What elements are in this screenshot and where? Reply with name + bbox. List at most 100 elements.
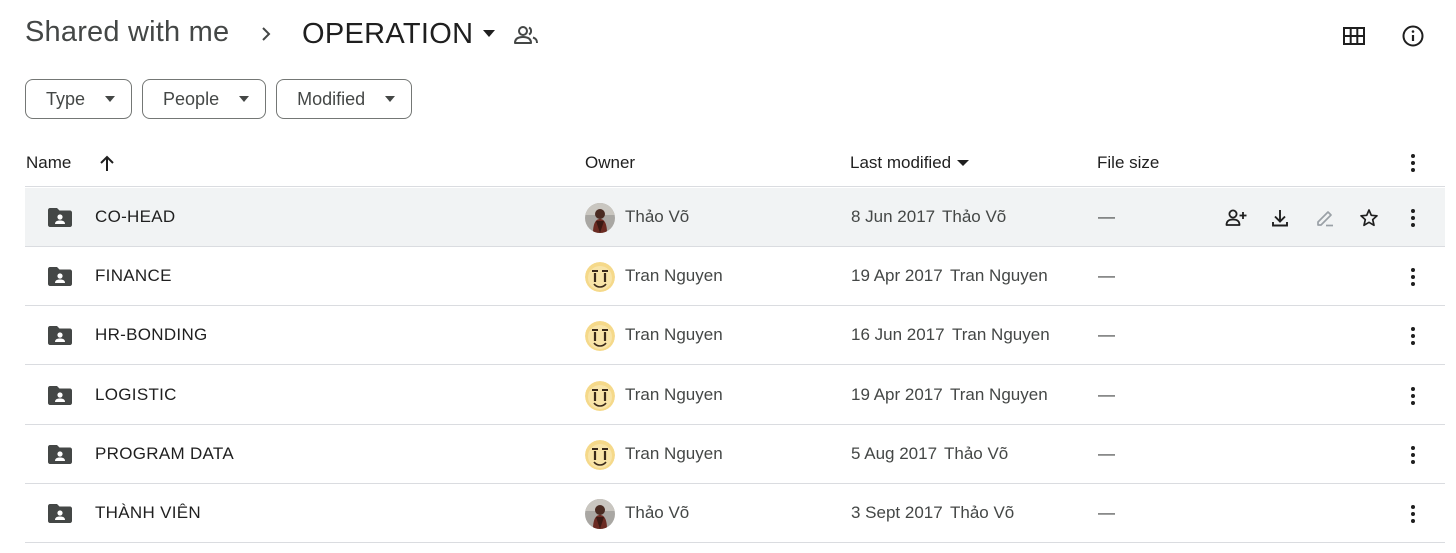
more-vert-icon bbox=[1411, 268, 1415, 287]
caret-down-icon bbox=[239, 96, 250, 102]
file-name[interactable]: LOGISTIC bbox=[95, 385, 177, 405]
file-name[interactable]: HR-BONDING bbox=[95, 325, 208, 345]
table-row[interactable]: THÀNH VIÊN Thảo Võ 3 Sept 2017 Thảo Võ — bbox=[25, 484, 1445, 543]
owner-name: Thảo Võ bbox=[625, 207, 690, 226]
file-size: — bbox=[1098, 266, 1115, 286]
download-button[interactable] bbox=[1265, 203, 1295, 233]
file-name[interactable]: THÀNH VIÊN bbox=[95, 503, 201, 523]
column-header-label: Name bbox=[26, 153, 72, 172]
rename-icon bbox=[1317, 211, 1333, 227]
header-divider bbox=[25, 186, 1445, 187]
avatar bbox=[585, 203, 615, 233]
column-header-label: Owner bbox=[585, 153, 636, 172]
share-icon bbox=[1225, 209, 1247, 226]
modified-by: Tran Nguyen bbox=[950, 266, 1048, 286]
more-vert-icon bbox=[1411, 327, 1415, 346]
table-row[interactable]: FINANCE Tran Nguyen 19 Apr 2017 Tran Ngu… bbox=[25, 247, 1445, 307]
modified-date: 19 Apr 2017 bbox=[851, 266, 943, 286]
more-vert-icon bbox=[1411, 505, 1415, 523]
caret-down-icon bbox=[105, 96, 116, 102]
more-actions-button[interactable] bbox=[1398, 381, 1428, 411]
shared-folder-icon bbox=[48, 444, 72, 464]
modified-date: 8 Jun 2017 bbox=[851, 207, 936, 226]
column-options-button[interactable] bbox=[1398, 150, 1428, 176]
breadcrumb-root[interactable]: Shared with me bbox=[25, 16, 229, 49]
grid-view-button[interactable] bbox=[1336, 18, 1372, 54]
column-header-label: Last modified bbox=[850, 153, 952, 172]
owner-name: Tran Nguyen bbox=[625, 443, 723, 463]
column-header-name[interactable]: Name bbox=[26, 150, 115, 176]
star-button[interactable] bbox=[1354, 203, 1384, 233]
more-actions-button[interactable] bbox=[1398, 499, 1428, 529]
star-icon bbox=[1360, 209, 1378, 227]
breadcrumb-current-label: OPERATION bbox=[302, 17, 474, 50]
shared-folder-icon bbox=[48, 504, 72, 523]
file-name[interactable]: FINANCE bbox=[95, 266, 172, 286]
filter-bar: Type People Modified bbox=[25, 79, 413, 119]
more-vert-icon bbox=[1411, 209, 1415, 227]
avatar bbox=[585, 380, 615, 411]
caret-down-icon bbox=[385, 96, 396, 102]
chip-label: Type bbox=[46, 88, 86, 109]
owner-name: Thảo Võ bbox=[625, 503, 690, 522]
modified-filter-chip[interactable]: Modified bbox=[276, 79, 413, 119]
column-header-owner[interactable]: Owner bbox=[585, 150, 635, 176]
breadcrumb-current-folder[interactable]: OPERATION bbox=[292, 13, 503, 55]
more-actions-button[interactable] bbox=[1398, 262, 1428, 292]
file-name[interactable]: PROGRAM DATA bbox=[95, 444, 234, 464]
owner-name: Tran Nguyen bbox=[625, 325, 723, 345]
file-size: — bbox=[1098, 207, 1115, 226]
download-icon bbox=[1272, 210, 1288, 227]
table-row[interactable]: PROGRAM DATA Tran Nguyen 5 Aug 2017 Thảo… bbox=[25, 425, 1445, 484]
modified-by: Thảo Võ bbox=[942, 207, 1007, 226]
file-size: — bbox=[1098, 325, 1115, 345]
modified-by: Tran Nguyen bbox=[952, 325, 1050, 345]
column-header-file-size[interactable]: File size bbox=[1097, 150, 1159, 176]
file-size: — bbox=[1098, 503, 1115, 522]
table-row[interactable]: LOGISTIC Tran Nguyen 19 Apr 2017 Tran Ng… bbox=[25, 366, 1445, 425]
more-vert-icon bbox=[1411, 154, 1415, 172]
arrow-up-icon[interactable] bbox=[99, 154, 115, 172]
owner-name: Tran Nguyen bbox=[625, 384, 723, 404]
caret-down-icon bbox=[483, 30, 496, 37]
avatar bbox=[585, 262, 615, 293]
table-row[interactable]: HR-BONDING Tran Nguyen 16 Jun 2017 Tran … bbox=[25, 306, 1445, 366]
shared-people-icon[interactable] bbox=[512, 22, 540, 48]
file-size: — bbox=[1098, 384, 1115, 404]
file-name[interactable]: CO-HEAD bbox=[95, 207, 176, 227]
header: Shared with me OPERATION bbox=[0, 0, 1456, 70]
avatar bbox=[585, 499, 615, 529]
owner-name: Tran Nguyen bbox=[625, 266, 723, 286]
more-actions-button[interactable] bbox=[1398, 321, 1428, 351]
people-filter-chip[interactable]: People bbox=[142, 79, 267, 119]
shared-folder-icon bbox=[48, 326, 72, 346]
avatar bbox=[585, 321, 615, 352]
column-header-last-modified[interactable]: Last modified bbox=[850, 150, 970, 176]
chevron-right-icon bbox=[262, 27, 271, 41]
modified-date: 16 Jun 2017 bbox=[851, 325, 945, 345]
modified-date: 19 Apr 2017 bbox=[851, 384, 943, 404]
chip-label: People bbox=[163, 88, 220, 109]
shared-folder-icon bbox=[48, 385, 72, 405]
modified-date: 3 Sept 2017 bbox=[851, 503, 943, 522]
file-size: — bbox=[1098, 443, 1115, 463]
info-icon bbox=[1402, 25, 1424, 47]
grid-view-icon bbox=[1343, 27, 1365, 45]
share-button[interactable] bbox=[1221, 203, 1251, 233]
more-actions-button[interactable] bbox=[1398, 203, 1428, 233]
type-filter-chip[interactable]: Type bbox=[25, 79, 133, 119]
more-vert-icon bbox=[1411, 445, 1415, 464]
shared-folder-icon bbox=[48, 208, 72, 227]
caret-down-icon bbox=[957, 160, 970, 166]
chip-label: Modified bbox=[297, 88, 366, 109]
more-vert-icon bbox=[1411, 386, 1415, 405]
modified-by: Thảo Võ bbox=[944, 443, 1009, 463]
modified-by: Thảo Võ bbox=[950, 503, 1015, 522]
rename-button[interactable] bbox=[1310, 203, 1340, 233]
details-button[interactable] bbox=[1395, 18, 1431, 54]
table-row[interactable]: CO-HEAD Thảo Võ 8 Jun 2017 Thảo Võ — bbox=[25, 188, 1445, 247]
modified-date: 5 Aug 2017 bbox=[851, 443, 938, 463]
more-actions-button[interactable] bbox=[1398, 440, 1428, 470]
column-header-label: File size bbox=[1097, 153, 1160, 172]
shared-folder-icon bbox=[48, 267, 72, 287]
